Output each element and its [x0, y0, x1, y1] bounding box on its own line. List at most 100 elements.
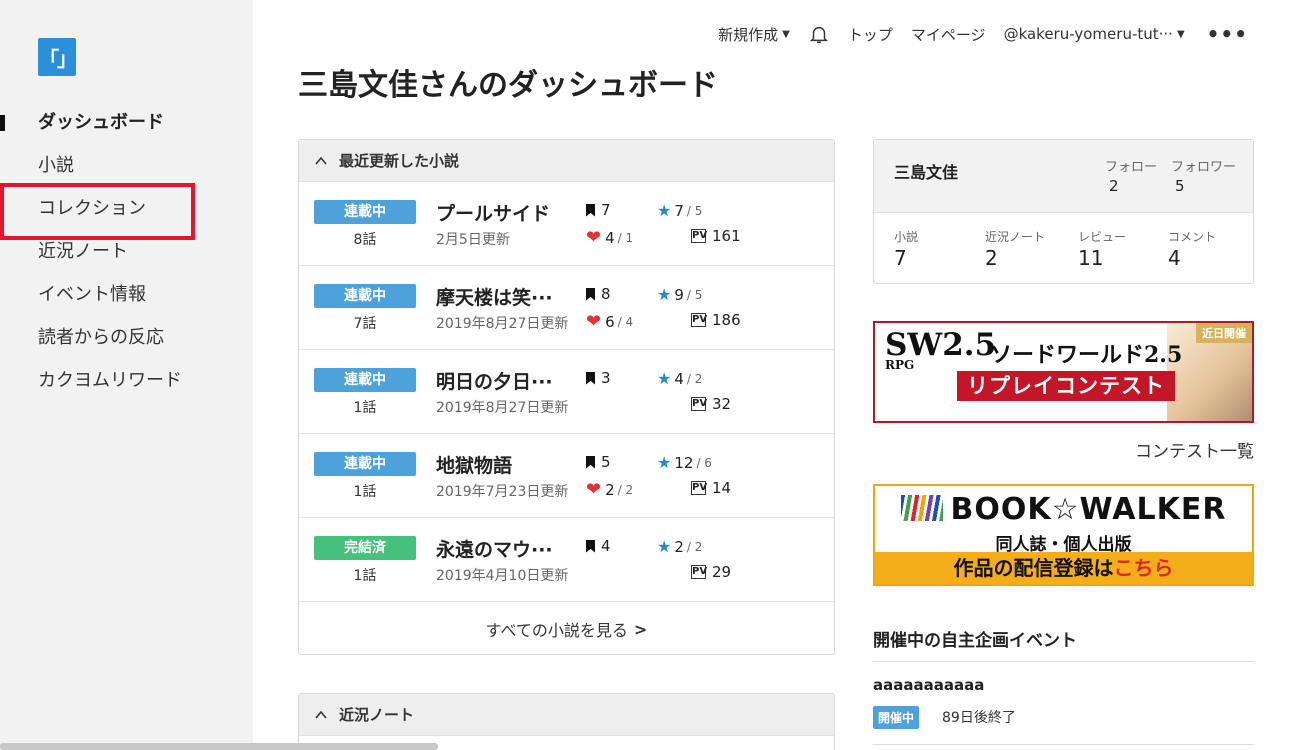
stat-value: 7 — [894, 246, 907, 270]
novel-pageviews: PV 29 — [691, 563, 731, 581]
sword-world-contest-banner[interactable]: SW2.5 RPG ソードワールド2.5 リプレイコンテスト 近日開催 — [873, 321, 1254, 423]
sw-logo: SW2.5 RPG — [885, 330, 996, 372]
bookmark-count: 5 — [601, 453, 611, 471]
kakuyomu-logo[interactable]: 「」 — [38, 38, 77, 76]
star-icon: ★ — [657, 285, 672, 304]
heart-sub-count: / 2 — [617, 482, 634, 497]
follow-value: 2 — [1109, 177, 1119, 195]
novel-stars: ★ 2/ 2 — [657, 537, 702, 556]
recent-novels-header[interactable]: 最近更新した小説 — [299, 140, 834, 182]
novel-stars: ★ 12/ 6 — [657, 453, 712, 472]
bookmark-count: 3 — [601, 369, 611, 387]
bookmark-icon — [586, 539, 595, 553]
divider — [873, 744, 1254, 745]
bookmark-icon — [586, 455, 595, 469]
more-icon[interactable]: ••• — [1207, 22, 1248, 46]
bookmark-icon — [586, 203, 595, 217]
recent-novels-title: 最近更新した小説 — [339, 152, 460, 170]
profile-stats: 小説 7 近況ノート 2 レビュー 11 コメント 4 — [874, 213, 1253, 283]
star-review-count: / 5 — [686, 287, 703, 302]
bell-icon[interactable] — [808, 23, 830, 45]
novel-row: 連載中 1話 明日の夕日··· 2019年8月27日更新 3 ★ 4/ 2 PV 32 — [299, 350, 834, 434]
stat-novels[interactable]: 小説 7 — [894, 228, 918, 270]
sw-coming-soon-tag: 近日開催 — [1196, 323, 1252, 343]
notes-card: 近況ノート — [298, 693, 835, 750]
star-review-count: / 6 — [696, 455, 712, 470]
chevron-up-icon — [315, 156, 327, 165]
star-count: 4 — [674, 369, 684, 388]
stat-comments[interactable]: コメント 4 — [1168, 228, 1216, 270]
see-all-novels-link[interactable]: すべての小説を見る > — [299, 602, 834, 656]
star-review-count: / 5 — [686, 203, 703, 218]
sidebar-item-collection[interactable]: コレクション — [0, 187, 253, 230]
bookmark-count: 8 — [601, 285, 611, 303]
star-count: 9 — [674, 285, 684, 304]
follower-count[interactable]: フォロワー 5 — [1171, 156, 1236, 195]
follow-count[interactable]: フォロー 2 — [1105, 156, 1157, 195]
sidebar-item-dashboard[interactable]: ダッシュボード — [0, 101, 253, 144]
novel-row: 連載中 7話 摩天楼は笑··· 2019年8月27日更新 8 ★ 9/ 5 ❤ 6/ 4 PV 18… — [299, 266, 834, 350]
novel-bookmarks: 4 — [586, 537, 611, 555]
stat-reviews[interactable]: レビュー 11 — [1078, 228, 1126, 270]
page-title: 三島文佳さんのダッシュボード — [298, 68, 718, 103]
star-count: 12 — [674, 453, 694, 472]
bookwalker-logo-text: BOOK☆WALKER — [950, 492, 1227, 527]
stat-label: 近況ノート — [985, 230, 1046, 244]
novel-title-link[interactable]: 永遠のマウ··· — [436, 535, 553, 562]
novel-bookmarks: 5 — [586, 453, 611, 471]
notes-title: 近況ノート — [339, 706, 415, 724]
event-name-link[interactable]: aaaaaaaaaaa — [873, 676, 984, 694]
novel-title-link[interactable]: プールサイド — [436, 199, 550, 226]
horizontal-scrollbar[interactable] — [0, 743, 438, 750]
heart-icon: ❤ — [586, 479, 602, 500]
top-bar: 新規作成 ▼ トップ マイページ @kakeru-yomeru-tut··· ▼ •… — [700, 20, 1248, 48]
profile-header: 三島文佳 フォロー 2 フォロワー 5 — [874, 140, 1253, 213]
pageview-count: 32 — [712, 395, 732, 413]
bookmark-count: 4 — [601, 537, 611, 555]
star-icon: ★ — [657, 201, 672, 220]
sidebar-item-rewards[interactable]: カクヨムリワード — [0, 359, 253, 402]
top-link[interactable]: トップ — [848, 24, 893, 45]
sidebar-item-events[interactable]: イベント情報 — [0, 273, 253, 316]
sidebar: 「」 ダッシュボード 小説 コレクション 近況ノート イベント情報 読者からの反… — [0, 0, 253, 750]
stat-label: コメント — [1168, 230, 1217, 244]
novel-episode-count: 8話 — [353, 232, 377, 248]
contest-list-link[interactable]: コンテスト一覧 — [1135, 437, 1254, 462]
novel-row: 完結済 1話 永遠のマウ··· 2019年4月10日更新 4 ★ 2/ 2 PV 29 — [299, 518, 834, 602]
pageview-count: 161 — [712, 227, 741, 245]
mypage-link[interactable]: マイページ — [911, 24, 986, 45]
sidebar-item-reactions[interactable]: 読者からの反応 — [0, 316, 253, 359]
star-count: 2 — [674, 537, 684, 556]
profile-name[interactable]: 三島文佳 — [894, 159, 958, 183]
pageview-icon: PV — [691, 397, 708, 411]
novel-episode-count: 1話 — [353, 568, 377, 584]
new-menu-button[interactable]: 新規作成 ▼ — [718, 24, 790, 45]
novel-episode-count: 1話 — [353, 400, 377, 416]
chevron-down-icon: ▼ — [782, 28, 790, 40]
star-icon: ★ — [657, 369, 672, 388]
novel-title-link[interactable]: 摩天楼は笑··· — [436, 283, 553, 310]
notes-header[interactable]: 近況ノート — [299, 694, 834, 736]
sidebar-item-notes[interactable]: 近況ノート — [0, 230, 253, 273]
novel-status-badge: 連載中 — [314, 284, 416, 308]
stat-label: 小説 — [894, 230, 919, 244]
novel-row: 連載中 1話 地獄物語 2019年7月23日更新 5 ★ 12/ 6 ❤ 2/ 2 PV 14 — [299, 434, 834, 518]
stat-value: 11 — [1078, 246, 1104, 270]
sidebar-item-novels[interactable]: 小説 — [0, 144, 253, 187]
star-review-count: / 2 — [686, 371, 703, 386]
star-review-count: / 2 — [686, 539, 703, 554]
novel-hearts: ❤ 6/ 4 — [586, 311, 633, 332]
novel-title-link[interactable]: 地獄物語 — [436, 451, 512, 478]
user-menu-button[interactable]: @kakeru-yomeru-tut··· ▼ — [1004, 25, 1185, 43]
bookwalker-banner[interactable]: BOOK☆WALKER 同人誌・個人出版 作品の配信登録はこちら — [873, 484, 1254, 586]
heart-icon: ❤ — [586, 311, 602, 332]
novel-bookmarks: 7 — [586, 201, 611, 219]
chevron-down-icon: ▼ — [1176, 28, 1185, 40]
novel-updated-date: 2019年4月10日更新 — [436, 568, 569, 584]
heart-sub-count: / 1 — [617, 230, 634, 245]
bookwalker-cta-text: 作品の配信登録は — [953, 556, 1114, 580]
event-end-text: 89日後終了 — [942, 710, 1016, 726]
stat-notes[interactable]: 近況ノート 2 — [985, 228, 1045, 270]
novel-title-link[interactable]: 明日の夕日··· — [436, 367, 553, 394]
novel-row: 連載中 8話 プールサイド 2月5日更新 7 ★ 7/ 5 ❤ 4/ 1 PV 161 — [299, 182, 834, 266]
